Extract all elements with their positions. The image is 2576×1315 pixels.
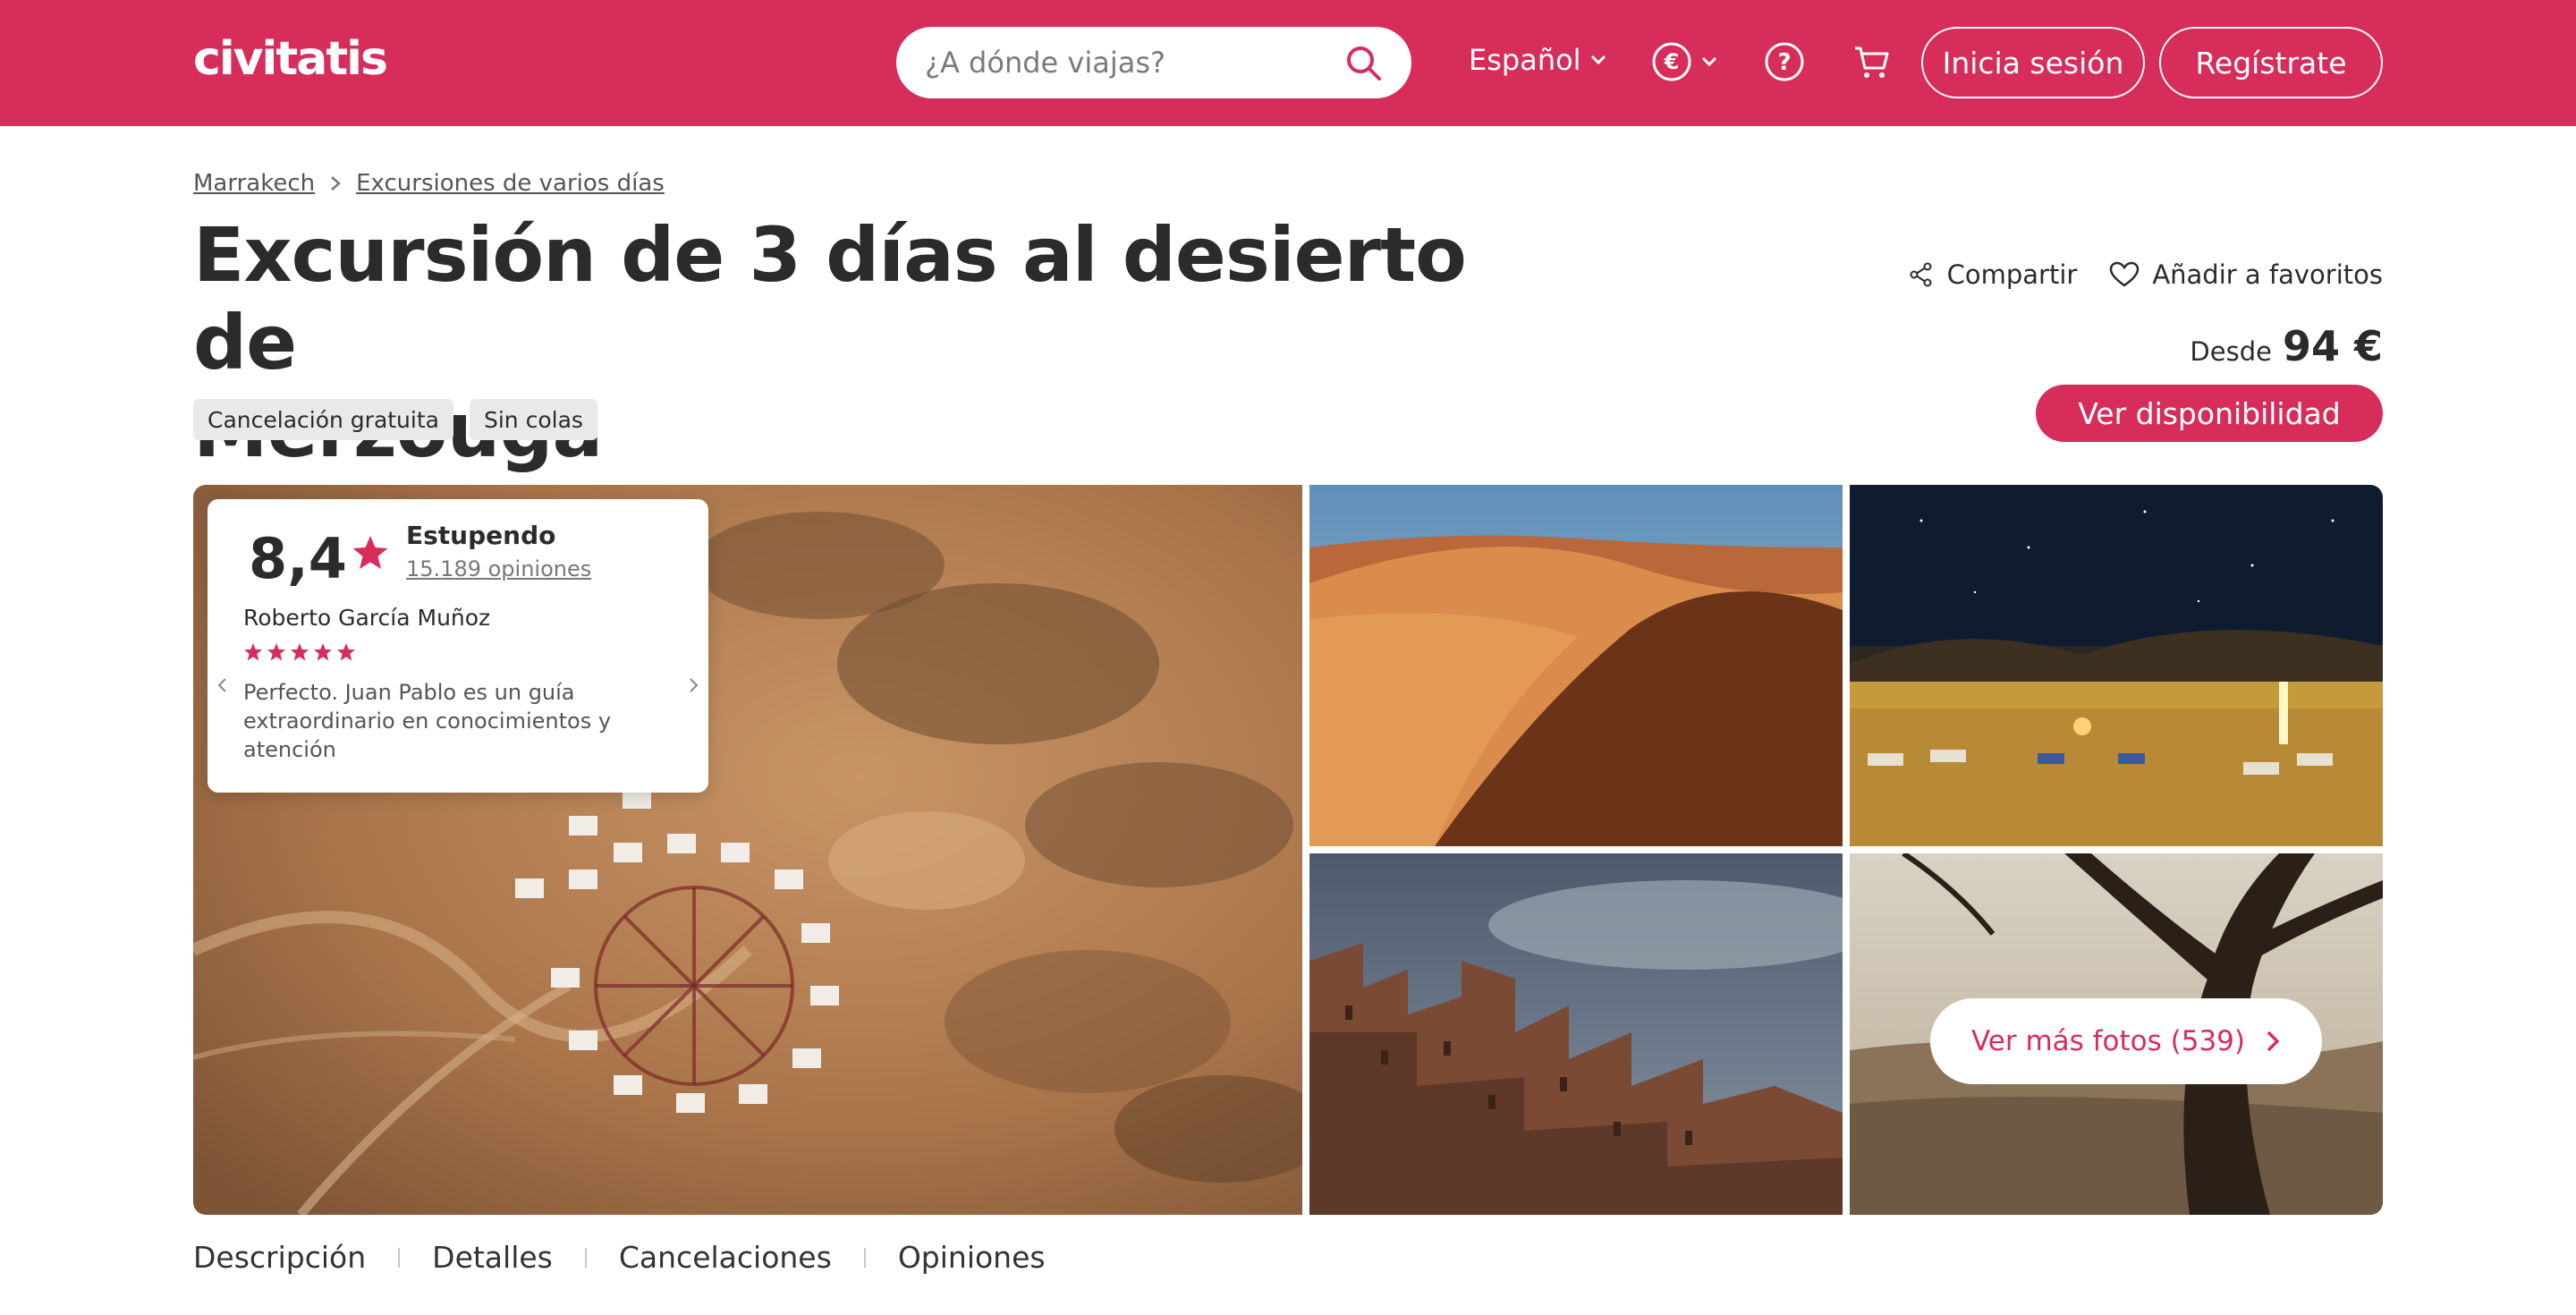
register-button[interactable]: Regístrate (2159, 27, 2383, 98)
section-tabs: Descripción Detalles Cancelaciones Opini… (193, 1240, 1046, 1275)
tab-descripcion[interactable]: Descripción (193, 1240, 366, 1275)
share-icon (1910, 262, 1932, 287)
tab-divider (398, 1247, 401, 1268)
star-icon (352, 536, 388, 569)
logo[interactable]: civitatis (193, 32, 388, 86)
header-bar: civitatis Español € ? Inicia sesión Regí… (0, 0, 2576, 126)
tab-divider (584, 1247, 587, 1268)
review-text: Perfecto. Juan Pablo es un guía extraord… (243, 680, 612, 762)
rating-label: Estupendo (406, 521, 556, 550)
star-icon (290, 642, 309, 662)
gallery-photo-dunes[interactable] (1309, 485, 1843, 846)
svg-text:?: ? (1777, 49, 1791, 76)
reviewer-name: Roberto García Muñoz (243, 605, 491, 631)
tab-divider (863, 1247, 866, 1268)
tab-opiniones[interactable]: Opiniones (898, 1240, 1046, 1275)
camp-night-image (1850, 485, 2383, 846)
star-icon (336, 642, 356, 662)
review-stars (243, 642, 356, 662)
gallery-photo-camp-night[interactable] (1850, 485, 2383, 846)
tag-no-queues: Sin colas (469, 399, 597, 440)
tab-cancelaciones[interactable]: Cancelaciones (619, 1240, 832, 1275)
share-button[interactable]: Compartir (1908, 259, 2078, 290)
favorite-label: Añadir a favoritos (2152, 259, 2383, 290)
star-icon (243, 642, 263, 662)
svg-text:€: € (1664, 49, 1680, 74)
chevron-right-icon (331, 176, 342, 191)
breadcrumb-marrakech[interactable]: Marrakech (193, 170, 315, 197)
check-availability-button[interactable]: Ver disponibilidad (2036, 385, 2383, 442)
gallery-photo-kasbah[interactable] (1309, 853, 1843, 1215)
search-icon[interactable] (1343, 43, 1383, 82)
rating-score: 8,4 (249, 526, 347, 591)
tab-detalles[interactable]: Detalles (432, 1240, 553, 1275)
review-count-link[interactable]: 15.189 opiniones (406, 556, 591, 581)
star-icon (267, 642, 286, 662)
page-title-line1: Excursión de 3 días al desierto de (193, 211, 1467, 386)
login-button[interactable]: Inicia sesión (1921, 27, 2145, 98)
heart-icon (2110, 261, 2140, 287)
share-label: Compartir (1946, 259, 2078, 290)
euro-icon: € (1652, 42, 1691, 81)
price-amount: 94 € (2282, 322, 2383, 370)
favorite-button[interactable]: Añadir a favoritos (2109, 259, 2383, 290)
cart-icon[interactable] (1852, 41, 1893, 82)
star-icon (313, 642, 333, 662)
price-block: Desde 94 € (2190, 322, 2383, 370)
chevron-right-icon (2267, 1031, 2280, 1052)
chevron-right-icon[interactable] (687, 674, 701, 696)
tag-list: Cancelación gratuita Sin colas (193, 399, 597, 440)
language-selector[interactable]: Español (1469, 43, 1608, 77)
breadcrumb: Marrakech Excursiones de varios días (193, 170, 665, 197)
search-box[interactable] (896, 27, 1411, 98)
action-bar: Compartir Añadir a favoritos (1908, 259, 2383, 290)
chevron-left-icon[interactable] (215, 674, 229, 696)
chevron-down-icon (1590, 55, 1606, 65)
tag-free-cancellation: Cancelación gratuita (193, 399, 453, 440)
price-from-label: Desde (2190, 336, 2272, 367)
more-photos-button[interactable]: Ver más fotos (539) (1930, 998, 2322, 1084)
rating-card: 8,4 Estupendo 15.189 opiniones Roberto G… (208, 499, 708, 793)
breadcrumb-excursiones[interactable]: Excursiones de varios días (356, 170, 665, 197)
chevron-down-icon (1701, 56, 1717, 67)
language-label: Español (1469, 43, 1581, 77)
currency-selector[interactable]: € (1651, 41, 1719, 82)
more-photos-label: Ver más fotos (539) (1970, 1025, 2246, 1057)
kasbah-image (1309, 853, 1843, 1215)
search-input[interactable] (925, 41, 1336, 84)
dunes-image (1309, 485, 1843, 846)
question-icon[interactable]: ? (1764, 41, 1805, 82)
